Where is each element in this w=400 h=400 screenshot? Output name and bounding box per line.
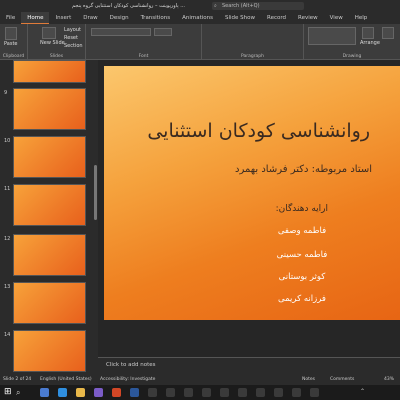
- paste-button[interactable]: Paste: [4, 41, 18, 47]
- slide-thumbnail-pane: 9 10 11 12 13 14: [0, 60, 93, 375]
- font-family-select[interactable]: [91, 28, 151, 36]
- language-indicator[interactable]: English (United States): [40, 377, 92, 382]
- drawing-group: Arrange Drawing: [304, 24, 400, 60]
- app-icon[interactable]: [202, 388, 211, 397]
- scrollbar-thumb[interactable]: [94, 165, 97, 220]
- new-slide-button[interactable]: New Slide: [40, 40, 65, 46]
- tab-design[interactable]: Design: [104, 12, 135, 24]
- clipboard-label: Clipboard: [2, 54, 25, 59]
- title-bar: پاورپوینت – روانشناسی کودکان استثنایی گر…: [0, 0, 400, 12]
- quick-styles-icon[interactable]: [382, 27, 394, 39]
- paste-icon[interactable]: [5, 27, 17, 40]
- slide-counter: Slide 2 of 24: [3, 377, 32, 382]
- ribbon-tabs: File Home Insert Draw Design Transitions…: [0, 12, 400, 24]
- tab-insert[interactable]: Insert: [49, 12, 77, 24]
- tab-home[interactable]: Home: [21, 12, 50, 24]
- paragraph-group: Paragraph: [202, 24, 304, 60]
- notes-button[interactable]: Notes: [302, 377, 315, 382]
- slide-thumbnail[interactable]: [13, 184, 86, 226]
- app-icon[interactable]: [148, 388, 157, 397]
- notes-placeholder: Click to add notes: [106, 362, 156, 368]
- presenter-name[interactable]: فاطمه حسینی: [242, 250, 362, 260]
- app-icon[interactable]: [274, 388, 283, 397]
- thumbnail-number: 12: [4, 236, 11, 242]
- shapes-gallery[interactable]: [308, 27, 356, 45]
- font-size-select[interactable]: [154, 28, 172, 36]
- app-icon[interactable]: [184, 388, 193, 397]
- app-icon[interactable]: [166, 388, 175, 397]
- presented-by-label[interactable]: ارایه دهندگان:: [276, 204, 328, 214]
- word-icon[interactable]: [130, 388, 139, 397]
- slide-thumbnail[interactable]: [13, 136, 86, 178]
- accessibility-indicator[interactable]: Accessibility: Investigate: [100, 377, 155, 382]
- layout-button[interactable]: Layout: [64, 27, 81, 33]
- presenter-name[interactable]: فرزانه کریمی: [242, 294, 362, 304]
- zoom-level[interactable]: 43%: [384, 377, 394, 382]
- tab-slide-show[interactable]: Slide Show: [219, 12, 261, 24]
- status-bar: Slide 2 of 24 English (United States) Ac…: [0, 375, 400, 385]
- app-icon[interactable]: [94, 388, 103, 397]
- edge-browser-icon[interactable]: [58, 388, 67, 397]
- slide-thumbnail[interactable]: [13, 234, 86, 276]
- tab-review[interactable]: Review: [292, 12, 324, 24]
- app-icon[interactable]: [292, 388, 301, 397]
- arrange-button[interactable]: Arrange: [360, 40, 380, 46]
- file-explorer-icon[interactable]: [76, 388, 85, 397]
- new-slide-icon[interactable]: [42, 27, 56, 39]
- clipboard-group: Paste Clipboard: [0, 24, 28, 60]
- section-button[interactable]: Section: [64, 43, 83, 49]
- presenter-name[interactable]: فاطمه وصفی: [242, 226, 362, 236]
- slide-advisor[interactable]: استاد مربوطه: دکتر فرشاد بهمرد: [235, 164, 372, 175]
- powerpoint-icon[interactable]: [112, 388, 121, 397]
- app-icon[interactable]: [238, 388, 247, 397]
- alignment-buttons[interactable]: [207, 39, 297, 46]
- slides-group: New Slide Layout Reset Section Slides: [28, 24, 86, 60]
- font-format-buttons[interactable]: [91, 39, 171, 46]
- slide-thumbnail[interactable]: [13, 282, 86, 324]
- font-group: Font: [86, 24, 202, 60]
- search-icon: ⌕: [214, 3, 217, 9]
- slide-thumbnail[interactable]: [13, 88, 86, 130]
- taskbar: ⊞ ⌕ ⌃: [0, 385, 400, 400]
- drawing-label: Drawing: [342, 54, 362, 59]
- slide-thumbnail[interactable]: [13, 330, 86, 372]
- tab-file[interactable]: File: [0, 12, 21, 24]
- tab-record[interactable]: Record: [261, 12, 292, 24]
- notes-pane[interactable]: Click to add notes: [98, 357, 400, 375]
- system-tray[interactable]: ⌃: [360, 388, 365, 395]
- tab-draw[interactable]: Draw: [77, 12, 103, 24]
- slides-label: Slides: [49, 54, 64, 59]
- search-box[interactable]: ⌕ Search (Alt+Q): [212, 2, 304, 10]
- slide-thumbnail-8[interactable]: [13, 60, 86, 83]
- ribbon: Paste Clipboard New Slide Layout Reset S…: [0, 24, 400, 60]
- thumbnail-number: 11: [4, 186, 11, 192]
- thumbnail-number: 14: [4, 332, 11, 338]
- window-title: پاورپوینت – روانشناسی کودکان استثنایی گر…: [72, 3, 185, 9]
- app-icon[interactable]: [256, 388, 265, 397]
- font-label: Font: [138, 54, 149, 59]
- paragraph-buttons[interactable]: [207, 28, 297, 35]
- search-placeholder: Search (Alt+Q): [222, 3, 260, 9]
- tab-animations[interactable]: Animations: [176, 12, 219, 24]
- tab-view[interactable]: View: [324, 12, 349, 24]
- slide-title[interactable]: روانشناسی کودکان استثنایی: [147, 120, 370, 142]
- comments-button[interactable]: Comments: [330, 377, 354, 382]
- reset-button[interactable]: Reset: [64, 35, 78, 41]
- presenter-name[interactable]: کوثر بوستانی: [242, 272, 362, 282]
- app-icon[interactable]: [310, 388, 319, 397]
- search-icon[interactable]: ⌕: [16, 388, 20, 398]
- windows-start-icon[interactable]: ⊞: [4, 387, 12, 397]
- thumbnail-number: 13: [4, 284, 11, 290]
- app-icon[interactable]: [220, 388, 229, 397]
- task-view-icon[interactable]: [40, 388, 49, 397]
- current-slide[interactable]: روانشناسی کودکان استثنایی استاد مربوطه: …: [104, 66, 400, 320]
- paragraph-label: Paragraph: [240, 54, 265, 59]
- thumbnail-number: 9: [4, 90, 8, 96]
- thumbnail-number: 10: [4, 138, 11, 144]
- arrange-icon[interactable]: [362, 27, 374, 39]
- tab-transitions[interactable]: Transitions: [135, 12, 176, 24]
- tab-help[interactable]: Help: [349, 12, 374, 24]
